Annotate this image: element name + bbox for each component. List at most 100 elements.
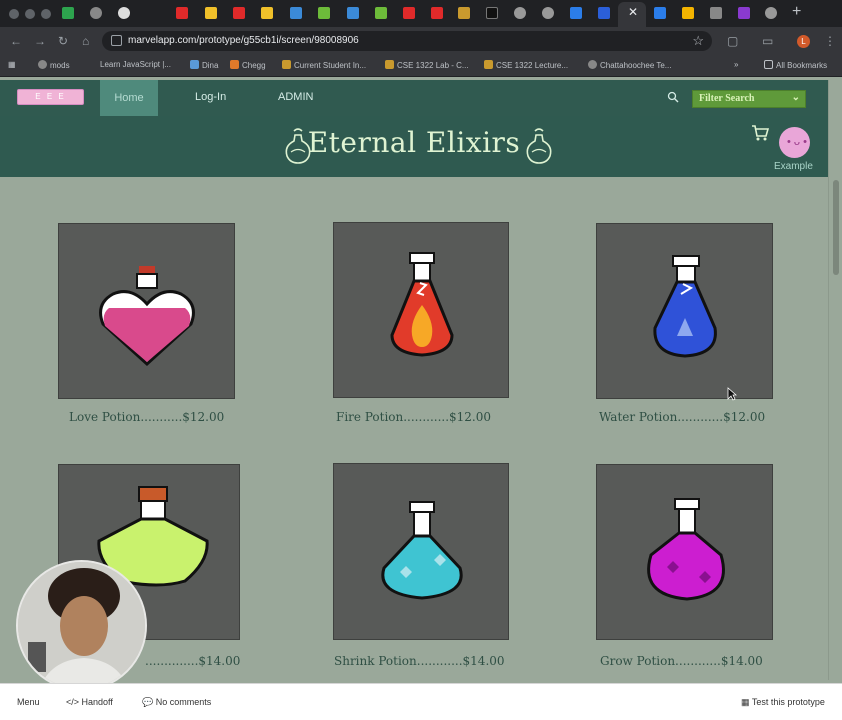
site-info-icon[interactable] xyxy=(111,35,122,46)
bookmark-favicon-icon xyxy=(385,60,394,69)
tab-favicon-icon[interactable] xyxy=(598,7,610,19)
tab-favicon-icon[interactable] xyxy=(458,7,470,19)
water-potion-icon xyxy=(653,255,717,358)
tab-favicon-icon[interactable] xyxy=(654,7,666,19)
address-bar[interactable]: marvelapp.com/prototype/g55cb1i/screen/9… xyxy=(102,31,712,51)
window-minimize-dot[interactable] xyxy=(25,9,35,19)
mouse-cursor-icon xyxy=(727,387,737,401)
product-caption-love: Love Potion...........$12.00 xyxy=(69,410,225,424)
fire-potion-icon xyxy=(390,252,454,357)
globe-icon xyxy=(38,60,47,69)
folder-icon xyxy=(764,60,773,69)
tab-favicon-icon[interactable] xyxy=(90,7,102,19)
tab-favicon-icon[interactable] xyxy=(542,7,554,19)
profile-icon[interactable]: L xyxy=(797,35,810,48)
back-icon[interactable]: ← xyxy=(10,34,22,48)
tab-youtube-icon[interactable] xyxy=(233,7,245,19)
tab-favicon-icon[interactable] xyxy=(570,7,582,19)
smiley-icon: • ᴗ • xyxy=(787,136,807,148)
product-card-love[interactable] xyxy=(58,223,235,399)
window-zoom-dot[interactable] xyxy=(41,9,51,19)
bookmark-star-icon[interactable]: ☆ xyxy=(692,33,704,49)
comment-bubble-icon: 💬 xyxy=(142,697,154,707)
tab-favicon-icon[interactable] xyxy=(205,7,217,19)
product-caption-green: ..............$14.00 xyxy=(145,654,241,668)
filter-search-select[interactable]: Filter Search ⌄ xyxy=(692,90,806,108)
product-card-water[interactable] xyxy=(596,223,773,399)
menu-button[interactable]: Menu xyxy=(17,697,40,707)
more-menu-icon[interactable]: ⋮ xyxy=(824,34,836,48)
potion-liquid xyxy=(381,534,463,600)
bookmark-item[interactable]: CSE 1322 Lecture... xyxy=(484,60,568,70)
search-icon[interactable] xyxy=(667,91,679,103)
tab-microsoft-icon[interactable] xyxy=(290,7,302,19)
tab-microsoft-icon[interactable] xyxy=(318,7,330,19)
bookmark-favicon-icon xyxy=(588,60,597,69)
potion-deco-icon xyxy=(526,128,552,164)
tab-microsoft-icon[interactable] xyxy=(347,7,359,19)
bookmark-item[interactable]: Chegg xyxy=(230,60,266,70)
product-caption-shrink: Shrink Potion............$14.00 xyxy=(334,654,505,668)
filter-search-label: Filter Search xyxy=(699,93,755,104)
tab-favicon-icon[interactable] xyxy=(486,7,498,19)
test-prototype-button[interactable]: ▦ Test this prototype xyxy=(741,697,825,708)
potion-liquid xyxy=(647,531,725,601)
chevron-down-icon: ⌄ xyxy=(791,92,800,103)
product-caption-grow: Grow Potion............$14.00 xyxy=(600,654,763,668)
tab-close-icon[interactable]: ✕ xyxy=(628,5,638,19)
site-logo[interactable]: E E E xyxy=(17,89,84,105)
title-banner: Eternal Elixirs • ᴗ • Example xyxy=(0,116,828,177)
bookmark-item[interactable]: mods xyxy=(38,60,70,70)
shrink-potion-icon xyxy=(381,501,463,600)
tab-drive-icon[interactable] xyxy=(682,7,694,19)
comments-button[interactable]: 💬 No comments xyxy=(142,697,211,708)
reload-icon[interactable]: ↻ xyxy=(58,34,68,48)
nav-home-link[interactable]: Home xyxy=(100,80,158,116)
page-scrollbar[interactable] xyxy=(828,80,842,680)
browser-tab-strip: ✕ + xyxy=(0,0,842,27)
bookmark-item[interactable]: Learn JavaScript |... xyxy=(100,60,171,69)
tab-favicon-icon[interactable] xyxy=(62,7,74,19)
new-tab-icon[interactable]: + xyxy=(792,3,801,21)
test-icon: ▦ xyxy=(741,697,750,707)
code-icon: </> xyxy=(66,697,80,707)
nav-admin-link[interactable]: ADMIN xyxy=(278,91,313,103)
extension-icon[interactable]: ▢ xyxy=(727,34,738,48)
chegg-icon xyxy=(230,60,239,69)
bookmarks-overflow-icon[interactable]: » xyxy=(734,60,738,69)
product-card-shrink[interactable] xyxy=(333,463,509,640)
tab-microsoft-icon[interactable] xyxy=(375,7,387,19)
scrollbar-thumb[interactable] xyxy=(833,180,839,275)
side-panel-icon[interactable]: ▭ xyxy=(762,34,773,48)
bookmark-item[interactable]: Current Student In... xyxy=(282,60,366,70)
tab-favicon-icon[interactable] xyxy=(514,7,526,19)
presenter-video xyxy=(18,562,145,689)
user-avatar[interactable]: • ᴗ • xyxy=(779,127,810,158)
all-bookmarks[interactable]: All Bookmarks xyxy=(764,60,827,70)
cart-icon[interactable] xyxy=(751,124,769,142)
bookmark-item[interactable]: CSE 1322 Lab - C... xyxy=(385,60,469,70)
window-close-dot[interactable] xyxy=(9,9,19,19)
nav-login-link[interactable]: Log-In xyxy=(195,91,226,103)
tab-youtube-icon[interactable] xyxy=(431,7,443,19)
tab-favicon-icon[interactable] xyxy=(261,7,273,19)
tab-youtube-icon[interactable] xyxy=(176,7,188,19)
apps-grid-icon[interactable]: ▦ xyxy=(8,60,16,69)
tab-favicon-icon[interactable] xyxy=(738,7,750,19)
potion-liquid xyxy=(103,308,191,362)
tab-github-icon[interactable] xyxy=(118,7,130,19)
bookmark-item[interactable]: Chattahoochee Te... xyxy=(588,60,671,70)
url-text: marvelapp.com/prototype/g55cb1i/screen/9… xyxy=(128,35,359,46)
site-nav-bar: E E E Home Log-In ADMIN Filter Search ⌄ xyxy=(0,80,828,116)
forward-icon[interactable]: → xyxy=(34,34,46,48)
tab-favicon-icon[interactable] xyxy=(765,7,777,19)
home-icon[interactable]: ⌂ xyxy=(82,34,89,48)
tab-favicon-icon[interactable] xyxy=(710,7,722,19)
product-card-grow[interactable] xyxy=(596,464,773,640)
tab-youtube-icon[interactable] xyxy=(403,7,415,19)
handoff-button[interactable]: </> Handoff xyxy=(66,697,113,707)
bookmarks-bar: ▦ mods Learn JavaScript |... Dina Chegg … xyxy=(0,55,842,77)
avatar-label: Example xyxy=(774,161,813,172)
product-card-fire[interactable] xyxy=(333,222,509,398)
bookmark-item[interactable]: Dina xyxy=(190,60,218,70)
